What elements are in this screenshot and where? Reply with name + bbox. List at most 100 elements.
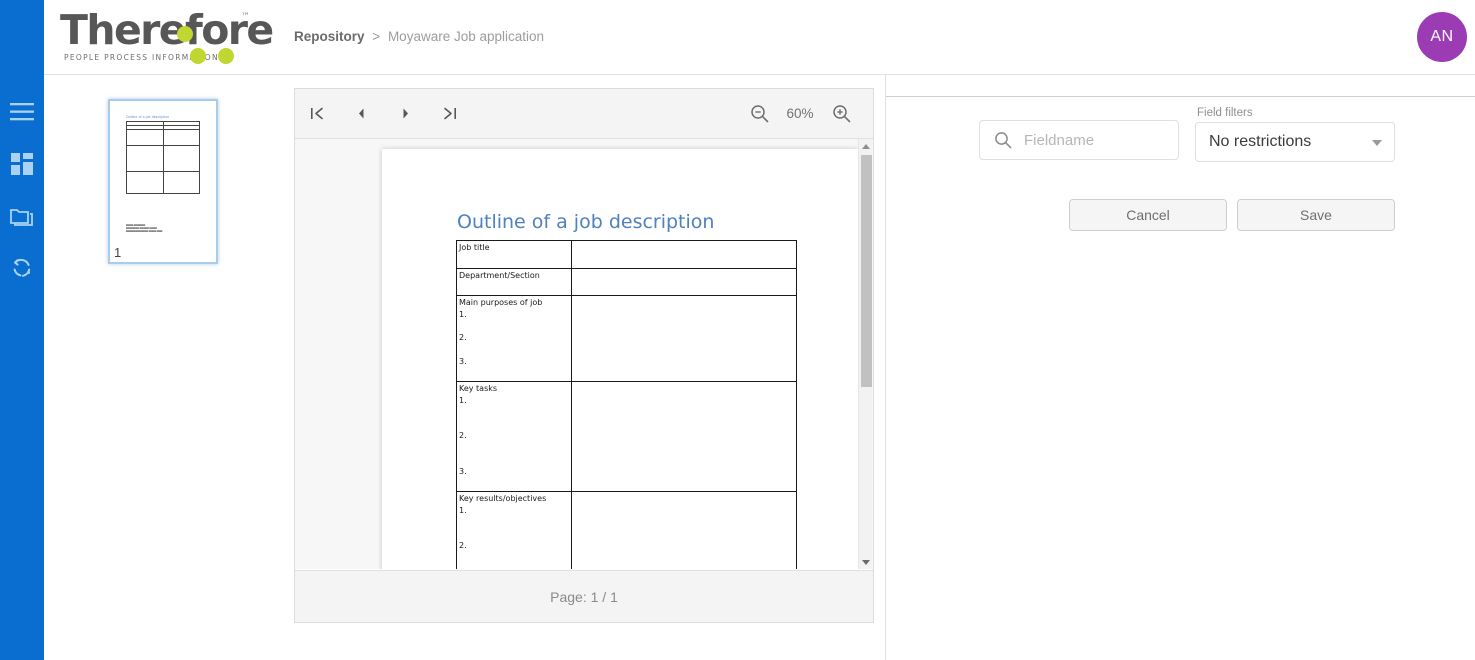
left-navigation-rail bbox=[0, 0, 44, 660]
field-filters-dropdown[interactable]: No restrictions bbox=[1195, 122, 1395, 162]
logo-o-dot bbox=[177, 26, 193, 42]
cancel-button[interactable]: Cancel bbox=[1069, 199, 1227, 231]
thumbnail-footer-lines: ▃▃▃▃ ▃▃▃▃▃▃▃▃▃▃▃▃▃ ▃▃▃▃▃ ▃▃▃▃▃▃▃▃▃▃▃▃▃▃▃… bbox=[126, 223, 206, 232]
doc-row-item: 2. bbox=[459, 332, 569, 344]
panel-header-bar bbox=[886, 75, 1475, 97]
previous-page-button[interactable] bbox=[339, 89, 383, 139]
search-field-wrapper[interactable] bbox=[979, 120, 1179, 160]
thumbnail-preview: Outline of a job description ▃▃▃▃ ▃▃▃▃▃▃… bbox=[116, 105, 212, 241]
breadcrumb-separator: > bbox=[372, 29, 380, 44]
mini-cell bbox=[163, 130, 200, 146]
last-page-icon bbox=[442, 106, 457, 121]
table-row: Department/Section bbox=[457, 268, 797, 296]
chevron-up-icon bbox=[862, 144, 870, 149]
document-table: Job title Department/Section bbox=[456, 240, 797, 569]
doc-row-label: Key results/objectives bbox=[459, 494, 546, 503]
doc-cell-label: Main purposes of job 1. 2. 3. bbox=[457, 296, 572, 382]
doc-row-label: Job title bbox=[459, 243, 490, 252]
document-viewer: 60% Outline of a job description bbox=[294, 88, 874, 623]
field-filters-value: No restrictions bbox=[1209, 133, 1311, 151]
zoom-in-icon bbox=[832, 104, 851, 123]
field-filters-group: Field filters No restrictions bbox=[1195, 107, 1395, 162]
mini-cell bbox=[127, 130, 164, 146]
table-row: Key tasks 1. 2. 3. bbox=[457, 382, 797, 492]
doc-cell-label: Key results/objectives 1. 2. bbox=[457, 492, 572, 570]
chevron-down-icon bbox=[1372, 140, 1382, 146]
doc-row-label: Main purposes of job bbox=[459, 298, 542, 307]
previous-page-icon bbox=[356, 107, 367, 120]
zoom-out-button[interactable] bbox=[741, 89, 777, 139]
zoom-in-button[interactable] bbox=[823, 89, 859, 139]
mini-cell bbox=[127, 146, 164, 172]
document-title: Outline of a job description bbox=[457, 211, 714, 233]
thumbnail-page-number: 1 bbox=[114, 245, 121, 260]
chevron-down-icon bbox=[862, 560, 870, 565]
page-scroll-area[interactable]: Outline of a job description Job title D bbox=[295, 139, 873, 569]
menu-icon bbox=[10, 103, 34, 121]
first-page-button[interactable] bbox=[295, 89, 339, 139]
zoom-out-icon bbox=[750, 104, 769, 123]
table-row: Job title bbox=[457, 241, 797, 269]
field-filters-label: Field filters bbox=[1195, 107, 1395, 119]
next-page-icon bbox=[400, 107, 411, 120]
table-row: Main purposes of job 1. 2. 3. bbox=[457, 296, 797, 382]
document-page: Outline of a job description Job title D bbox=[382, 149, 858, 569]
thumbnail-title: Outline of a job description bbox=[126, 115, 169, 119]
mini-cell bbox=[127, 172, 164, 194]
doc-row-item: 3. bbox=[459, 466, 569, 478]
zoom-level-label: 60% bbox=[777, 106, 823, 121]
doc-cell-value bbox=[572, 296, 797, 382]
mini-cell bbox=[163, 146, 200, 172]
viewer-vertical-scrollbar[interactable] bbox=[858, 139, 872, 569]
sidebar-item-folders[interactable] bbox=[0, 190, 44, 242]
doc-row-item: 2. bbox=[459, 540, 569, 552]
doc-cell-value bbox=[572, 241, 797, 269]
scroll-down-button[interactable] bbox=[859, 555, 873, 569]
thumbnail-strip: Outline of a job description ▃▃▃▃ ▃▃▃▃▃▃… bbox=[44, 75, 283, 660]
first-page-icon bbox=[310, 106, 325, 121]
breadcrumb-leaf[interactable]: Moyaware Job application bbox=[388, 29, 544, 44]
field-settings-panel: Field filters No restrictions Cancel Sav… bbox=[885, 75, 1475, 660]
mini-cell bbox=[163, 172, 200, 194]
table-row: Key results/objectives 1. 2. bbox=[457, 492, 797, 570]
scroll-up-button[interactable] bbox=[859, 139, 873, 153]
sidebar-item-menu[interactable] bbox=[0, 86, 44, 138]
thumbnail-page-1[interactable]: Outline of a job description ▃▃▃▃ ▃▃▃▃▃▃… bbox=[108, 99, 218, 264]
dashboard-icon bbox=[11, 153, 33, 175]
folders-icon bbox=[10, 206, 34, 227]
doc-row-item: 1. bbox=[459, 505, 569, 517]
therefore-logo[interactable]: Therefore ™ PEOPLE PROCESS INFORMATION bbox=[60, 6, 260, 68]
sidebar-item-workflow[interactable] bbox=[0, 242, 44, 294]
doc-cell-value bbox=[572, 268, 797, 296]
application-window: Therefore ™ PEOPLE PROCESS INFORMATION R… bbox=[0, 0, 1475, 660]
workflow-icon bbox=[11, 257, 33, 279]
doc-row-item: 1. bbox=[459, 309, 569, 321]
doc-cell-label: Department/Section bbox=[457, 268, 572, 296]
search-icon bbox=[994, 131, 1012, 149]
avatar[interactable]: AN bbox=[1417, 12, 1467, 62]
viewer-footer: Page: 1 / 1 bbox=[295, 570, 873, 622]
breadcrumb-root[interactable]: Repository bbox=[294, 29, 365, 44]
doc-row-label: Key tasks bbox=[459, 384, 497, 393]
doc-cell-label: Key tasks 1. 2. 3. bbox=[457, 382, 572, 492]
panel-actions: Cancel Save bbox=[1069, 199, 1395, 231]
viewer-toolbar: 60% bbox=[295, 89, 873, 139]
next-page-button[interactable] bbox=[383, 89, 427, 139]
logo-circle-1 bbox=[190, 48, 206, 64]
last-page-button[interactable] bbox=[427, 89, 471, 139]
doc-cell-label: Job title bbox=[457, 241, 572, 269]
scrollbar-thumb[interactable] bbox=[861, 155, 872, 387]
logo-trademark: ™ bbox=[241, 12, 250, 22]
save-button[interactable]: Save bbox=[1237, 199, 1395, 231]
search-input[interactable] bbox=[1022, 131, 1162, 150]
doc-cell-value bbox=[572, 382, 797, 492]
doc-cell-value bbox=[572, 492, 797, 570]
sidebar-item-dashboard[interactable] bbox=[0, 138, 44, 190]
page-status-label: Page: 1 / 1 bbox=[550, 589, 618, 605]
doc-row-label: Department/Section bbox=[459, 271, 540, 280]
thumbnail-table bbox=[126, 121, 200, 194]
body-area: Outline of a job description ▃▃▃▃ ▃▃▃▃▃▃… bbox=[44, 75, 1475, 660]
doc-row-item: 2. bbox=[459, 430, 569, 442]
top-header: Therefore ™ PEOPLE PROCESS INFORMATION R… bbox=[44, 0, 1475, 75]
doc-row-item: 1. bbox=[459, 395, 569, 407]
